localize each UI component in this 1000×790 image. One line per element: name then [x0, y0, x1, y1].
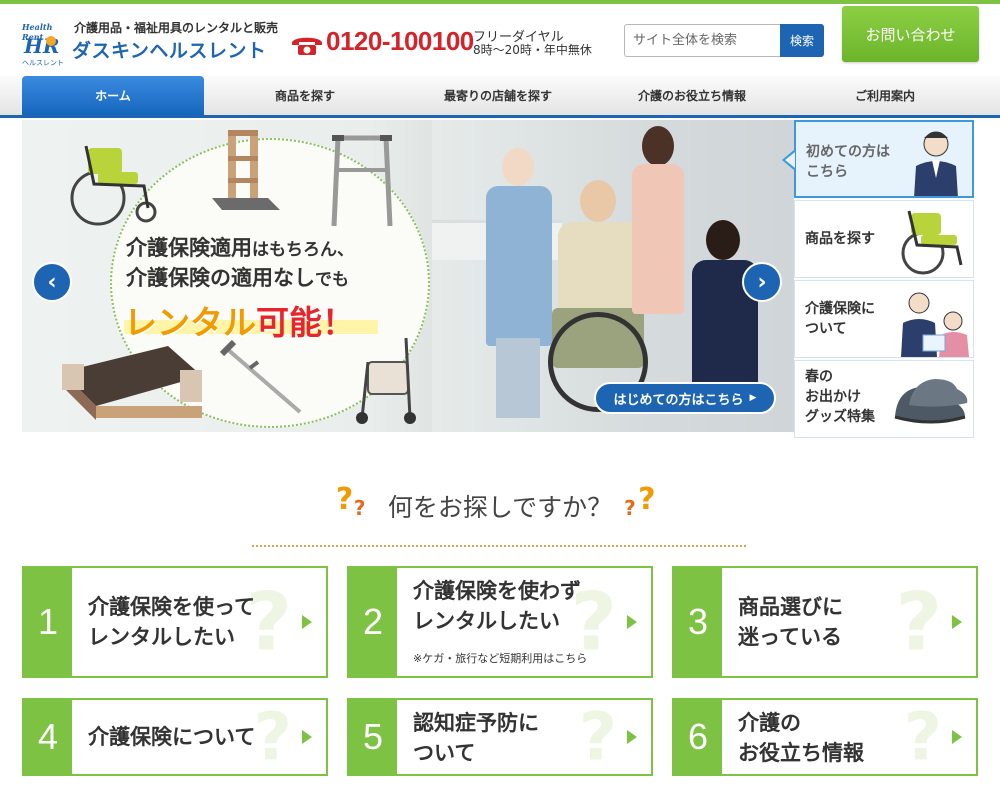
sidebar-item-insurance[interactable]: 介護保険に ついて — [794, 280, 974, 358]
question-mark-icon: ?? — [624, 482, 656, 520]
care-bed-icon — [62, 346, 202, 420]
card-label-line1: 認知症予防に — [413, 711, 539, 735]
health-rent-logo[interactable]: Health Rent HR ヘルスレント — [22, 20, 68, 67]
question-mark-icon: ?? — [335, 482, 366, 520]
crutch-icon — [220, 340, 302, 414]
card-number: 3 — [674, 568, 722, 676]
nav-item-guide[interactable]: ご利用案内 — [792, 76, 978, 115]
card-label-line1: 介護の — [738, 711, 801, 735]
shoes-icon — [894, 379, 968, 424]
question-mark-bg-icon: ? — [903, 698, 942, 776]
logo-sub-text: ヘルスレント — [22, 59, 64, 67]
nav-item-info[interactable]: 介護のお役立ち情報 — [592, 76, 792, 115]
hero-first-time-button[interactable]: はじめての方はこちら ▶ — [594, 382, 776, 414]
card-number: 2 — [349, 568, 397, 676]
card-label-line1: 介護保険について — [88, 725, 256, 749]
sidebar-label-line1: 初めての方は — [806, 144, 890, 160]
card-dementia-prevention[interactable]: 5 ? 認知症予防に ついて — [347, 698, 653, 776]
phone-icon — [292, 37, 322, 55]
walker-icon — [331, 135, 393, 227]
sidebar-label-line1: 介護保険に — [805, 301, 875, 317]
section-divider — [252, 545, 746, 547]
card-number: 5 — [349, 700, 397, 774]
card-label-line1: 介護保険を使わず — [413, 579, 581, 603]
rollator-icon — [356, 337, 416, 424]
section-heading: ?? 何をお探しですか？ ?? — [0, 482, 1000, 528]
search-button[interactable]: 検索 — [780, 24, 824, 57]
sidebar-item-first-time[interactable]: 初めての方は こちら — [794, 120, 974, 198]
handrail-icon — [212, 130, 280, 210]
hero-cta-label: はじめての方はこちら — [613, 392, 744, 408]
phone-number[interactable]: 0120-100100 — [326, 26, 474, 57]
question-mark-bg-icon: ? — [895, 575, 942, 669]
question-mark-bg-icon: ? — [245, 575, 292, 669]
caret-right-icon — [627, 615, 637, 629]
site-header: Health Rent HR ヘルスレント 介護用品・福祉用具のレンタルと販売 … — [0, 4, 1000, 76]
sidebar-label-line1: 春の — [805, 369, 833, 385]
hero-line2-strong: 介護保険の適用なし — [126, 266, 315, 290]
brand-name[interactable]: ダスキンヘルスレント — [72, 36, 266, 63]
card-number: 1 — [24, 568, 72, 676]
section-title-text: 何をお探しですか？ — [387, 493, 613, 522]
caret-right-icon — [302, 730, 312, 744]
hero-heading-line2: 介護保険の適用なしでも — [126, 262, 349, 292]
caret-right-icon — [627, 730, 637, 744]
card-number: 4 — [24, 700, 72, 774]
sidebar-label-line3: グッズ特集 — [805, 409, 875, 425]
sidebar-item-products[interactable]: 商品を探す — [794, 200, 974, 278]
hero-line2-small: でも — [315, 270, 349, 290]
card-note: ※ケガ・旅行など短期利用はこちら — [413, 652, 588, 665]
hero-line3-red: 可能！ — [256, 303, 355, 342]
sidebar-label-line2: ついて — [805, 321, 847, 337]
logo-dot — [46, 36, 56, 46]
card-label-line2: お役立ち情報 — [738, 741, 864, 765]
card-label-line2: ついて — [413, 741, 476, 765]
card-label-line2: 迷っている — [738, 625, 842, 649]
wheelchair-icon — [901, 210, 963, 275]
sidebar-label-line1: 商品を探す — [805, 231, 875, 247]
site-search-input[interactable] — [624, 24, 780, 57]
hero-line3-orange: レンタル — [124, 303, 256, 342]
nav-item-products[interactable]: 商品を探す — [206, 76, 404, 115]
caret-right-icon: ▶ — [749, 393, 757, 403]
card-number: 6 — [674, 700, 722, 774]
wheelchair-icon — [70, 145, 157, 226]
card-label-line2: レンタルしたい — [413, 609, 560, 633]
card-label-line1: 介護保険を使って — [88, 595, 255, 619]
card-about-insurance[interactable]: 4 ? 介護保険について — [22, 698, 328, 776]
hero-heading-line1: 介護保険適用はもちろん、 — [126, 232, 354, 262]
nav-item-stores[interactable]: 最寄りの店舗を探す — [404, 76, 592, 115]
card-care-info[interactable]: 6 ? 介護の お役立ち情報 — [672, 698, 978, 776]
sidebar-item-spring-goods[interactable]: 春の お出かけ グッズ特集 — [794, 360, 974, 438]
sidebar-label-line2: お出かけ — [805, 389, 861, 405]
person-woman — [628, 126, 688, 316]
sidebar-pointer-inner — [785, 152, 795, 168]
hero-heading-line3: レンタル可能！ — [124, 296, 355, 344]
card-insurance-rental[interactable]: 1 ? 介護保険を使って レンタルしたい — [22, 566, 328, 678]
hero-next-button[interactable]: › — [742, 262, 782, 302]
hero-sidebar: 初めての方は こちら 商品を探す 介護保険に ついて 春の お出かけ グッズ特集 — [782, 120, 974, 438]
nav-item-home[interactable]: ホーム — [22, 76, 204, 115]
main-nav: ホーム 商品を探す 最寄りの店舗を探す 介護のお役立ち情報 ご利用案内 — [0, 76, 1000, 118]
consultation-illustration — [901, 292, 969, 357]
caret-right-icon — [302, 615, 312, 629]
hero-banner[interactable]: 介護保険適用はもちろん、 介護保険の適用なしでも レンタル可能！ ‹ › はじめ… — [22, 120, 794, 432]
contact-button[interactable]: お問い合わせ — [842, 6, 979, 62]
card-non-insurance-rental[interactable]: 2 ? 介護保険を使わず レンタルしたい ※ケガ・旅行など短期利用はこちら — [347, 566, 653, 678]
hero-line1-strong: 介護保険適用 — [126, 236, 252, 260]
question-mark-bg-icon: ? — [578, 698, 617, 776]
brand-tagline: 介護用品・福祉用具のレンタルと販売 — [74, 21, 279, 35]
card-label-line1: 商品選びに — [738, 595, 843, 619]
card-label-line2: レンタルしたい — [88, 625, 235, 649]
phone-hours: 8時～20時・年中無休 — [473, 43, 592, 57]
caret-right-icon — [952, 615, 962, 629]
staff-man-illustration — [914, 131, 958, 196]
caret-right-icon — [952, 730, 962, 744]
card-product-selection[interactable]: 3 ? 商品選びに 迷っている — [672, 566, 978, 678]
hero-line1-small: はもちろん、 — [252, 240, 354, 260]
question-mark-bg-icon: ? — [253, 698, 292, 776]
hero-prev-button[interactable]: ‹ — [32, 262, 72, 302]
sidebar-label-line2: こちら — [806, 164, 848, 180]
